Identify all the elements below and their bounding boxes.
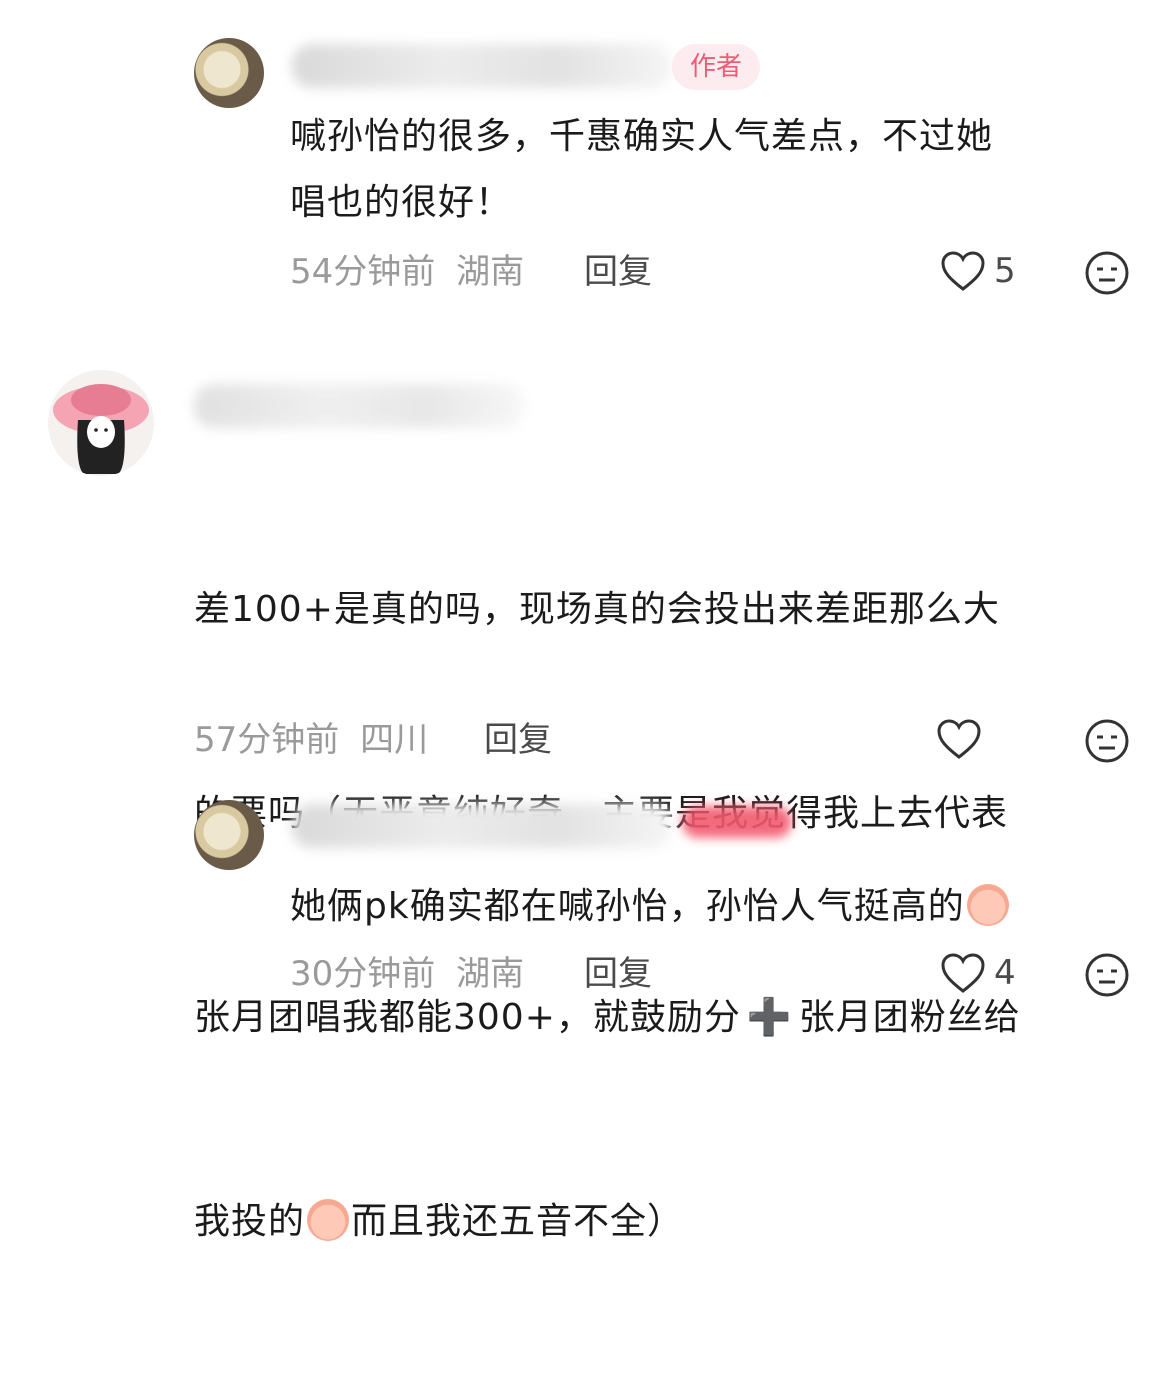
username-blurred[interactable]: [292, 804, 672, 848]
like-button[interactable]: 4: [940, 952, 1016, 994]
dislike-button[interactable]: [1084, 250, 1130, 300]
username-blurred[interactable]: [194, 384, 524, 428]
comment-location: 四川: [360, 720, 429, 760]
meh-face-icon: [1085, 719, 1129, 763]
heart-icon: [941, 251, 985, 291]
comment-meta: 30分钟前 湖南: [290, 954, 524, 994]
comment-text-line: 张月团唱我都能300+，就鼓励分 ➕ 张月团粉丝给: [194, 984, 1134, 1052]
dislike-button[interactable]: [1084, 718, 1130, 768]
text-segment: 而且我还五音不全）: [351, 1201, 685, 1242]
like-count: 5: [994, 251, 1016, 291]
dislike-button[interactable]: [1084, 952, 1130, 1002]
like-count: 4: [994, 953, 1016, 993]
comment-text: 喊孙怡的很多，千惠确实人气差点，不过她 唱也的很好！: [290, 116, 994, 223]
avatar-illustration: [53, 384, 149, 474]
comment-text: 她俩pk确实都在喊孙怡，孙怡人气挺高的: [290, 874, 1150, 940]
like-button[interactable]: 5: [940, 250, 1016, 292]
comment-time: 30分钟前: [290, 954, 436, 994]
comment-text-line: 我投的 而且我还五音不全）: [194, 1188, 1134, 1256]
username-blurred[interactable]: [292, 44, 672, 88]
avatar[interactable]: [48, 370, 154, 476]
peach-crying-emoji-icon: [966, 884, 1009, 926]
avatar[interactable]: [194, 800, 264, 870]
comment-time: 57分钟前: [194, 720, 340, 760]
heart-icon: [937, 719, 981, 759]
comment-meta: 57分钟前 四川: [194, 720, 428, 760]
comment-location: 湖南: [456, 252, 525, 292]
badge-blurred: [682, 806, 792, 838]
reply-button[interactable]: 回复: [484, 720, 552, 760]
comment-location: 湖南: [456, 954, 525, 994]
author-badge: 作者: [672, 44, 761, 90]
comment-meta: 54分钟前 湖南: [290, 252, 524, 292]
plus-emoji-icon: ➕: [746, 997, 793, 1038]
meh-face-icon: [1085, 953, 1129, 997]
comment-text-line: 差100+是真的吗，现场真的会投出来差距那么大: [194, 589, 1000, 630]
reply-button[interactable]: 回复: [584, 954, 652, 994]
heart-icon: [941, 953, 985, 993]
peach-shy-emoji-icon: [307, 1199, 350, 1241]
text-segment: 张月团粉丝给: [798, 997, 1021, 1038]
reply-button[interactable]: 回复: [584, 252, 652, 292]
like-button[interactable]: [936, 718, 990, 760]
text-segment: 我投的: [194, 1201, 306, 1242]
meh-face-icon: [1085, 251, 1129, 295]
text-segment: 张月团唱我都能300+，就鼓励分: [194, 997, 741, 1038]
text-segment: 她俩pk确实都在喊孙怡，孙怡人气挺高的: [290, 886, 965, 927]
avatar[interactable]: [194, 38, 264, 108]
comment-time: 54分钟前: [290, 252, 436, 292]
